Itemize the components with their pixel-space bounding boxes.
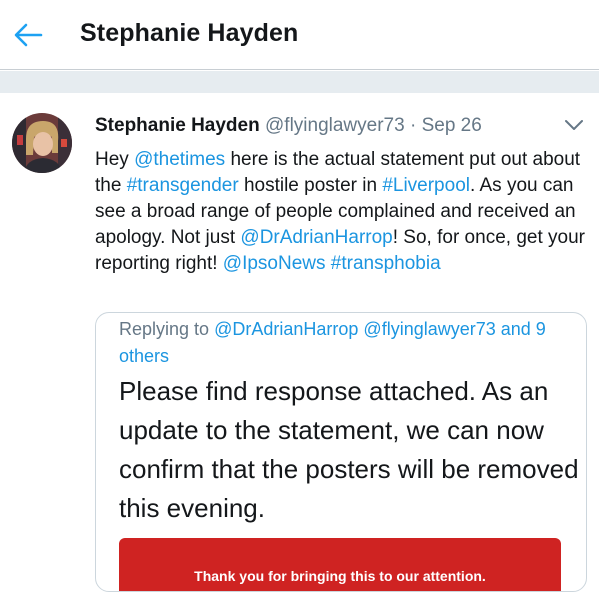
mention-thetimes[interactable]: @thetimes — [134, 149, 225, 170]
mention-dradrianharrop[interactable]: @DrAdrianHarrop — [214, 319, 358, 339]
replying-to-label: Replying to — [119, 319, 210, 339]
tweet-header: Stephanie Hayden @flyinglawyer73 · Sep 2… — [95, 115, 482, 137]
hashtag-liverpool[interactable]: #Liverpool — [382, 175, 470, 196]
section-divider — [0, 71, 599, 93]
attached-image-text: Thank you for bringing this to our atten… — [194, 568, 486, 584]
attached-image[interactable]: Thank you for bringing this to our atten… — [119, 538, 561, 591]
author-handle[interactable]: @flyinglawyer73 — [265, 115, 405, 136]
mention-dradrianharrop[interactable]: @DrAdrianHarrop — [240, 227, 392, 248]
mention-ipsonews[interactable]: @IpsoNews — [223, 253, 326, 274]
replying-to: Replying to @DrAdrianHarrop @flyinglawye… — [119, 316, 579, 370]
text-segment: hostile poster in — [238, 175, 383, 196]
author-name[interactable]: Stephanie Hayden — [95, 115, 260, 136]
page-title: Stephanie Hayden — [80, 19, 299, 47]
chevron-down-icon — [565, 120, 583, 130]
mention-flyinglawyer73[interactable]: @flyinglawyer73 — [363, 319, 495, 339]
quoted-tweet[interactable]: Replying to @DrAdrianHarrop @flyinglawye… — [95, 312, 587, 592]
top-bar: Stephanie Hayden — [0, 0, 599, 70]
hashtag-transgender[interactable]: #transgender — [127, 175, 239, 196]
tweet-date[interactable]: Sep 26 — [422, 115, 482, 136]
quoted-tweet-text: Please find response attached. As an upd… — [119, 376, 579, 523]
back-button[interactable] — [12, 20, 44, 50]
text-segment: Hey — [95, 149, 135, 170]
separator-dot: · — [409, 115, 417, 136]
tweet-text: Hey @thetimes here is the actual stateme… — [95, 147, 590, 277]
tweet-menu-button[interactable] — [564, 117, 584, 133]
avatar[interactable] — [12, 113, 72, 173]
hashtag-transphobia[interactable]: #transphobia — [331, 253, 441, 274]
arrow-left-icon — [14, 23, 43, 47]
profile-photo — [12, 113, 72, 173]
